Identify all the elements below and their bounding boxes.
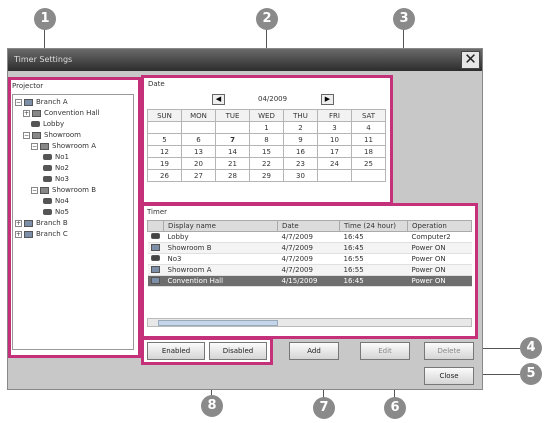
callout-3: 3 (393, 8, 415, 30)
callout-4: 4 (520, 337, 542, 359)
edit-button[interactable]: Edit (360, 342, 410, 360)
window-titlebar: Timer Settings ✕ (8, 49, 482, 71)
add-button[interactable]: Add (289, 342, 339, 360)
timer-settings-window: Timer Settings ✕ Projector − Branch A + Con… (7, 48, 483, 390)
callout-2: 2 (256, 8, 278, 30)
window-title: Timer Settings (14, 55, 73, 64)
highlight-date (141, 75, 393, 205)
delete-button[interactable]: Delete (424, 342, 474, 360)
callout-8: 8 (201, 395, 223, 417)
close-window-button[interactable]: ✕ (461, 51, 480, 69)
callout-6: 6 (384, 397, 406, 419)
highlight-timer (141, 203, 478, 339)
callout-5: 5 (520, 363, 542, 385)
callout-1: 1 (34, 8, 56, 30)
highlight-projector (8, 77, 141, 358)
highlight-enable-buttons (141, 337, 273, 365)
manual-figure: Timer Settings ✕ Projector − Branch A + Con… (0, 0, 553, 423)
close-button[interactable]: Close (424, 367, 474, 385)
callout-7: 7 (313, 397, 335, 419)
